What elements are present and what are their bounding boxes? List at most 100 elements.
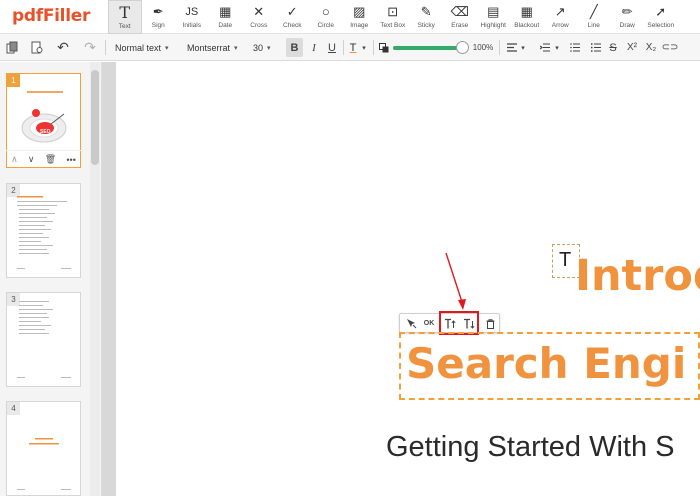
tool-label: Sign <box>151 22 165 29</box>
more-icon[interactable]: ••• <box>66 155 75 165</box>
chevron-down-icon[interactable]: ▾ <box>360 38 368 57</box>
tool-label: Sticky <box>417 22 435 29</box>
sticky-icon: ✎ <box>420 4 432 19</box>
divider <box>343 40 344 55</box>
thumbnail-text-lines <box>17 301 71 378</box>
tool-label: Check <box>283 22 302 29</box>
trash-icon[interactable]: 🗑 <box>45 154 56 165</box>
tool-image[interactable]: ▨ Image <box>343 0 377 34</box>
chevron-down-icon[interactable]: ▾ <box>519 38 527 57</box>
tool-label: Blackout <box>514 22 540 29</box>
page-settings-icon[interactable] <box>29 38 45 57</box>
tool-selection[interactable]: ➚ Selection <box>644 0 678 34</box>
tool-label: Draw <box>619 22 635 29</box>
tool-label: Line <box>587 22 600 29</box>
opacity-slider-handle[interactable] <box>456 41 469 54</box>
tool-date[interactable]: ▦ Date <box>209 0 243 34</box>
font-family-dropdown[interactable]: Montserrat ▾ <box>187 39 245 56</box>
sign-icon: ✒ <box>152 4 164 19</box>
page-number: 1 <box>7 74 20 87</box>
page-thumbnail-2[interactable]: 2 <box>6 183 81 278</box>
ok-button[interactable]: OK <box>421 316 437 331</box>
font-size-dropdown[interactable]: 30 ▾ <box>253 39 279 56</box>
indent-icon[interactable] <box>538 38 552 57</box>
tool-circle[interactable]: ○ Circle <box>309 0 343 34</box>
tool-cross[interactable]: ✕ Cross <box>242 0 276 34</box>
chevron-down-icon[interactable]: ▾ <box>553 38 561 57</box>
divider <box>499 40 500 55</box>
font-family-value: Montserrat <box>187 42 231 53</box>
opacity-slider-track[interactable] <box>393 46 463 50</box>
canvas-gutter <box>102 62 116 496</box>
tool-sign[interactable]: ✒ Sign <box>142 0 176 34</box>
move-icon[interactable] <box>403 316 419 331</box>
cross-icon: ✕ <box>253 4 265 19</box>
divider <box>373 40 374 55</box>
bullet-list-icon[interactable] <box>589 38 603 57</box>
link-icon[interactable]: ⊂⊃ <box>662 38 679 57</box>
heading-introduction[interactable]: Introd <box>575 255 700 298</box>
tool-line[interactable]: ╱ Line <box>577 0 611 34</box>
text-cursor-icon: T <box>559 249 572 271</box>
underline-button[interactable]: U <box>325 38 339 57</box>
opacity-icon <box>378 38 390 57</box>
tool-erase[interactable]: ⌫ Erase <box>443 0 477 34</box>
bold-button[interactable]: B <box>286 38 303 57</box>
thumbnail-seo-text: SEO <box>40 129 51 135</box>
tool-highlight[interactable]: ▤ Highlight <box>477 0 511 34</box>
line-icon: ╱ <box>589 4 598 19</box>
superscript-button[interactable]: X² <box>624 38 640 57</box>
numbered-list-icon[interactable] <box>568 38 582 57</box>
tool-draw[interactable]: ✏ Draw <box>611 0 645 34</box>
tool-sticky[interactable]: ✎ Sticky <box>410 0 444 34</box>
chevron-down-icon[interactable]: ∨ <box>28 154 35 165</box>
thumbnail-title-line <box>27 91 63 93</box>
trash-icon[interactable] <box>482 316 498 331</box>
pages-panel-icon[interactable] <box>4 38 20 57</box>
undo-icon[interactable]: ↶ <box>55 38 71 57</box>
tool-label: Highlight <box>480 22 506 29</box>
app-logo[interactable]: pdfFiller <box>12 6 90 26</box>
format-toolbar: ↶ ↷ Normal text ▾ Montserrat ▾ 30 ▾ B I U T… <box>0 34 700 61</box>
heading-search-engine[interactable]: Search Engi <box>406 343 686 385</box>
arrow-icon: ↗ <box>554 4 566 19</box>
image-icon: ▨ <box>353 4 366 19</box>
tool-text-box[interactable]: ⊡ Text Box <box>376 0 410 34</box>
text-style-dropdown[interactable]: Normal text ▾ <box>115 39 179 56</box>
font-size-value: 30 <box>253 42 264 53</box>
tool-text[interactable]: T Text <box>108 0 142 34</box>
italic-button[interactable]: I <box>307 38 321 57</box>
text-box-icon: ⊡ <box>387 4 399 19</box>
draw-icon: ✏ <box>621 4 633 19</box>
tool-blackout[interactable]: ▦ Blackout <box>510 0 544 34</box>
tool-check[interactable]: ✓ Check <box>276 0 310 34</box>
subheading-getting-started[interactable]: Getting Started With S <box>386 433 675 462</box>
text-style-value: Normal text <box>115 42 162 53</box>
top-toolbar: pdfFiller T Text ✒ Sign JS Initials ▦ Date ✕ Cros… <box>0 0 700 34</box>
subscript-button[interactable]: X₂ <box>643 38 659 57</box>
tool-label: Cross <box>250 22 268 29</box>
page-thumbnail-4[interactable]: 4 <box>6 401 81 496</box>
thumbnail-actions: ∧ ∨ 🗑 ••• <box>6 150 81 168</box>
tool-list: T Text ✒ Sign JS Initials ▦ Date ✕ Cross ✓ Check ○ Ci… <box>108 0 678 34</box>
date-icon: ▦ <box>219 4 232 19</box>
chevron-down-icon: ▾ <box>234 44 238 52</box>
selection-icon: ➚ <box>655 4 667 19</box>
align-icon[interactable] <box>505 38 519 57</box>
text-color-button[interactable]: T <box>347 38 359 57</box>
chevron-up-icon[interactable]: ∧ <box>11 154 18 165</box>
scrollbar-handle[interactable] <box>91 70 99 165</box>
tool-label: Text <box>118 23 131 30</box>
chevron-down-icon: ▾ <box>165 44 169 52</box>
page-thumbnail-3[interactable]: 3 <box>6 292 81 387</box>
erase-icon: ⌫ <box>450 4 469 19</box>
tool-label: Arrow <box>551 22 569 29</box>
tool-label: Text Box <box>380 22 406 29</box>
blackout-icon: ▦ <box>520 4 533 19</box>
tool-arrow[interactable]: ↗ Arrow <box>544 0 578 34</box>
strikethrough-button[interactable]: S <box>606 38 620 57</box>
highlight-icon: ▤ <box>487 4 500 19</box>
tool-label: Date <box>218 22 233 29</box>
redo-icon[interactable]: ↷ <box>82 38 98 57</box>
tool-initials[interactable]: JS Initials <box>175 0 209 34</box>
